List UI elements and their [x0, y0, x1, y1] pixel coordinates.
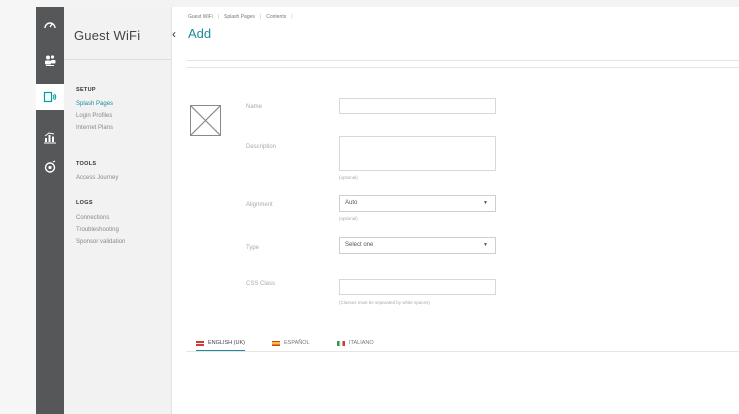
sidebar-item-internet-plans[interactable]: Internet Plans: [76, 125, 113, 131]
css-class-hint: (Classes must be separated by white spac…: [339, 300, 430, 305]
sidebar-item-access-journey[interactable]: Access Journey: [76, 175, 118, 181]
sidebar-item-sponsor-validation[interactable]: Sponsor validation: [76, 239, 125, 245]
main-content: Guest WiFi | Splash Pages | Contents | Add Na…: [182, 7, 739, 414]
css-class-label: CSS Class: [246, 281, 276, 287]
image-placeholder-icon[interactable]: [190, 105, 221, 136]
alignment-select[interactable]: Auto ▼: [339, 195, 496, 212]
tab-english-uk[interactable]: ENGLISH (UK): [196, 336, 245, 352]
tab-label: ESPAÑOL: [284, 340, 310, 346]
css-class-field[interactable]: [339, 279, 496, 295]
icon-rail: [36, 7, 64, 414]
users-icon[interactable]: [36, 47, 64, 73]
type-select[interactable]: Select one ▼: [339, 237, 496, 254]
breadcrumb: Guest WiFi | Splash Pages | Contents |: [188, 14, 298, 20]
header-divider-secondary: [186, 67, 739, 68]
alignment-label: Alignment: [246, 202, 273, 208]
description-field[interactable]: [339, 136, 496, 171]
sidebar-item-splash-pages[interactable]: Splash Pages: [76, 101, 113, 107]
italy-flag-icon: [337, 340, 345, 346]
breadcrumb-separator: |: [217, 14, 220, 20]
sidebar-item-troubleshooting[interactable]: Troubleshooting: [76, 227, 119, 233]
breadcrumb-separator: |: [259, 14, 262, 20]
app-window: Guest WiFi SETUP Splash Pages Login Prof…: [36, 7, 739, 414]
uk-flag-icon: [196, 340, 204, 346]
tab-label: ENGLISH (UK): [208, 340, 245, 346]
sidebar-item-login-profiles[interactable]: Login Profiles: [76, 113, 112, 119]
tab-label: ITALIANO: [349, 340, 374, 346]
breadcrumb-separator: |: [291, 14, 293, 20]
alignment-hint: (optional): [339, 216, 358, 221]
tab-italiano[interactable]: ITALIANO: [337, 336, 374, 350]
type-selected-value: Select one: [345, 242, 374, 248]
sidebar-heading-tools: TOOLS: [76, 161, 97, 167]
chevron-down-icon: ▼: [483, 242, 488, 248]
page-title: Add: [188, 26, 212, 41]
settings-icon[interactable]: [36, 154, 64, 180]
tabs-divider: [186, 351, 739, 352]
sidebar-divider: [64, 59, 171, 60]
header-divider: [186, 60, 739, 61]
sidebar-item-connections[interactable]: Connections: [76, 215, 109, 221]
breadcrumb-item-guest-wifi[interactable]: Guest WiFi: [188, 14, 213, 20]
breadcrumb-item-contents[interactable]: Contents: [266, 14, 286, 20]
sidebar-heading-setup: SETUP: [76, 87, 96, 93]
sidebar: Guest WiFi SETUP Splash Pages Login Prof…: [64, 7, 172, 414]
tab-espanol[interactable]: ESPAÑOL: [272, 336, 310, 350]
description-label: Description: [246, 144, 277, 150]
guest-wifi-icon[interactable]: [36, 84, 64, 110]
name-field[interactable]: [339, 98, 496, 114]
sidebar-heading-logs: LOGS: [76, 200, 93, 206]
spain-flag-icon: [272, 340, 280, 346]
collapse-sidebar-button[interactable]: ‹: [168, 27, 180, 41]
app-title: Guest WiFi: [74, 28, 141, 43]
background: [0, 0, 40, 414]
reports-icon[interactable]: [36, 124, 64, 150]
dashboard-icon[interactable]: [36, 12, 64, 38]
chevron-down-icon: ▼: [483, 200, 488, 206]
breadcrumb-item-splash-pages[interactable]: Splash Pages: [224, 14, 255, 20]
description-hint: (optional): [339, 175, 358, 180]
type-label: Type: [246, 245, 260, 251]
name-label: Name: [246, 104, 263, 110]
alignment-selected-value: Auto: [345, 200, 358, 206]
